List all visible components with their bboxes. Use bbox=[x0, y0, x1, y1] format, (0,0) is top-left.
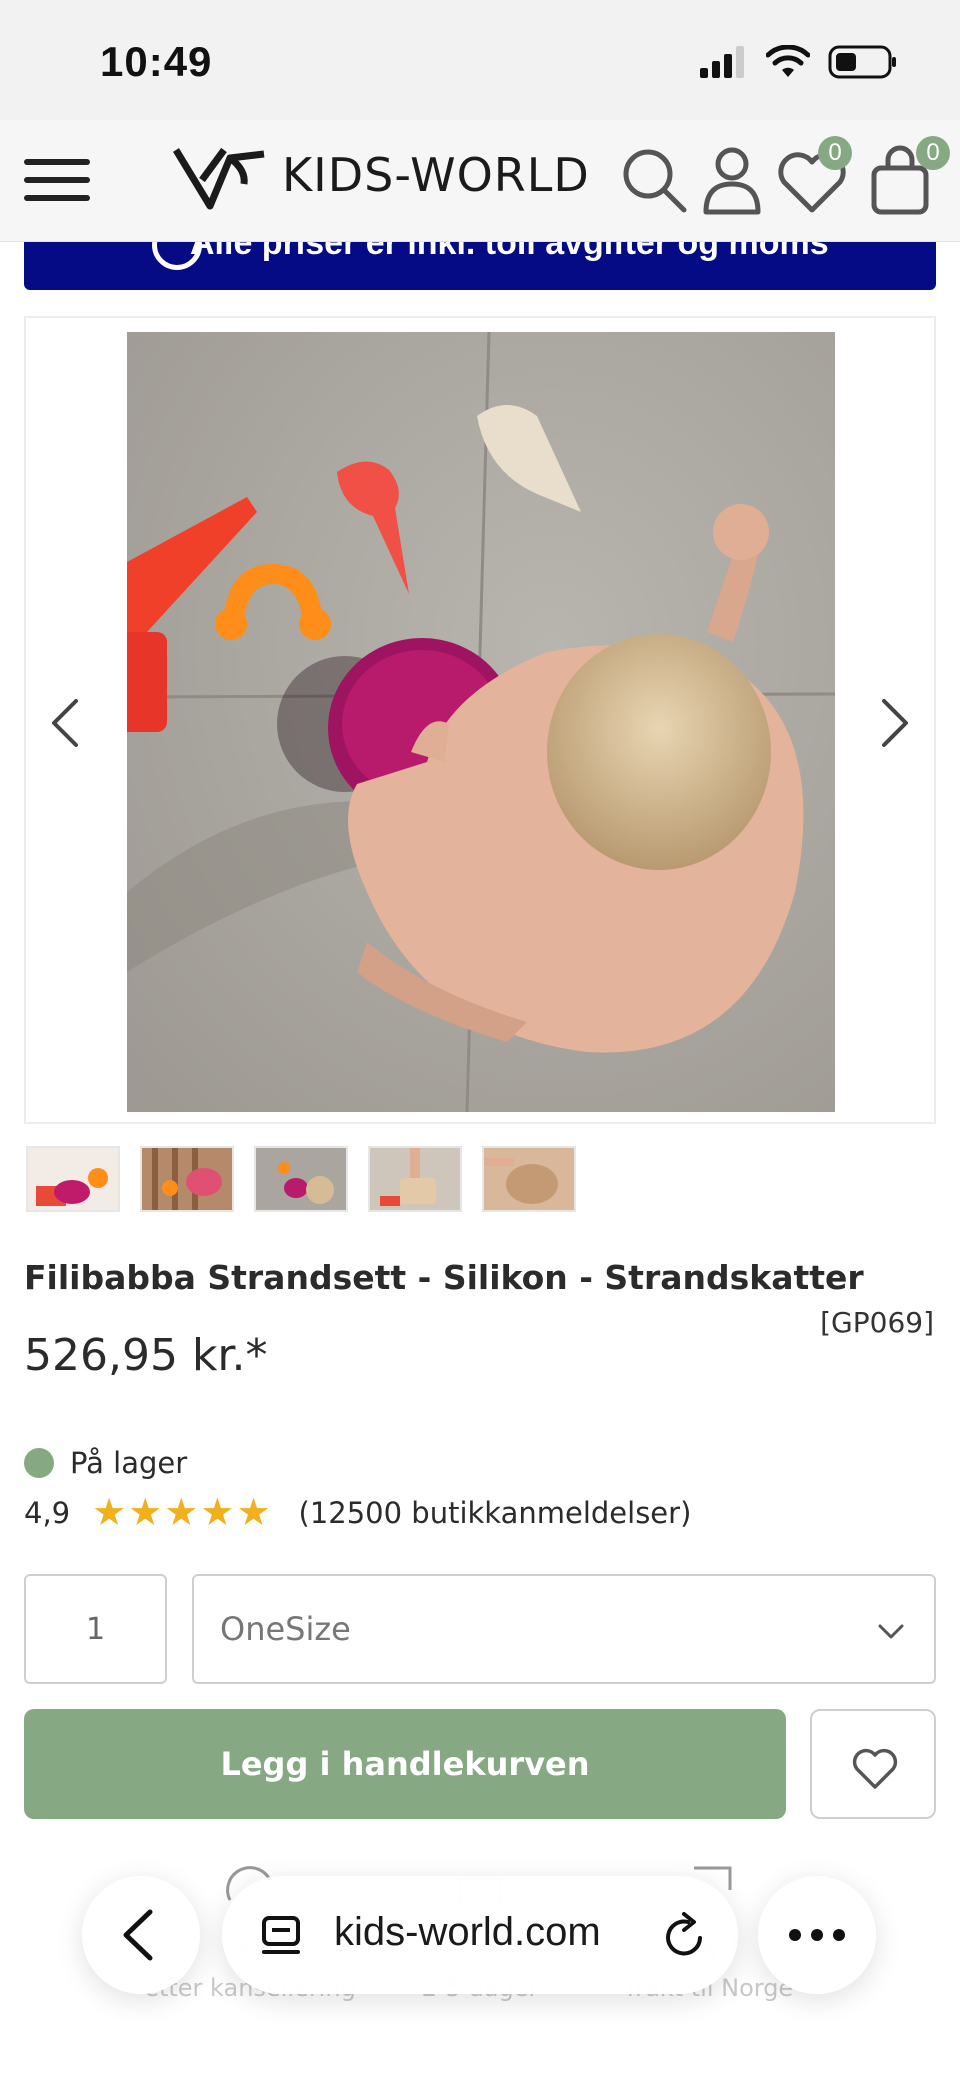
wishlist-icon[interactable]: 0 bbox=[774, 136, 852, 218]
cart-count-badge: 0 bbox=[916, 136, 950, 170]
stock-text: På lager bbox=[70, 1446, 188, 1480]
add-to-wishlist-button[interactable] bbox=[810, 1709, 936, 1819]
product-gallery bbox=[24, 316, 936, 1124]
star-icon: ★ bbox=[128, 1492, 163, 1534]
rating-stars: ★ ★ ★ ★ ★ bbox=[92, 1494, 270, 1532]
browser-toolbar: kids-world.com bbox=[0, 1870, 960, 2000]
cart-icon[interactable]: 0 bbox=[866, 136, 950, 218]
add-to-cart-button[interactable]: Legg i handlekurven bbox=[24, 1709, 786, 1819]
thumbnail-4[interactable] bbox=[368, 1146, 462, 1212]
browser-url-bar[interactable]: kids-world.com bbox=[222, 1876, 738, 1994]
status-icons bbox=[700, 44, 898, 80]
thumbnail-strip bbox=[26, 1146, 576, 1212]
quantity-input[interactable] bbox=[24, 1574, 167, 1684]
thumbnail-2[interactable] bbox=[140, 1146, 234, 1212]
account-icon[interactable] bbox=[694, 142, 770, 218]
product-sku: [GP069] bbox=[820, 1306, 934, 1339]
signal-icon bbox=[700, 46, 744, 78]
home-indicator-area bbox=[0, 2028, 960, 2078]
logo-text: KIDS-WORLD bbox=[282, 148, 590, 202]
gallery-next-arrow-icon[interactable] bbox=[862, 693, 922, 753]
stock-status: På lager bbox=[24, 1446, 187, 1480]
star-icon: ★ bbox=[200, 1492, 235, 1534]
size-select[interactable]: OneSize bbox=[192, 1574, 936, 1684]
product-main-image[interactable] bbox=[127, 332, 835, 1112]
status-bar: 10:49 bbox=[0, 0, 960, 120]
menu-icon[interactable] bbox=[24, 147, 90, 213]
site-header: KIDS-WORLD 0 0 bbox=[0, 120, 960, 242]
reload-icon[interactable] bbox=[662, 1912, 708, 1960]
thumbnail-5[interactable] bbox=[482, 1146, 576, 1212]
wifi-icon bbox=[766, 45, 810, 77]
rating-row[interactable]: 4,9 ★ ★ ★ ★ ★ (12500 butikkanmeldelser) bbox=[24, 1494, 691, 1532]
rating-count: (12500 butikkanmeldelser) bbox=[298, 1496, 692, 1530]
product-price: 526,95 kr.* bbox=[24, 1330, 268, 1381]
heart-icon bbox=[852, 1748, 898, 1789]
thumbnail-3[interactable] bbox=[254, 1146, 348, 1212]
site-logo[interactable]: KIDS-WORLD bbox=[172, 140, 590, 210]
search-icon[interactable] bbox=[616, 142, 692, 218]
size-select-value: OneSize bbox=[220, 1610, 351, 1648]
gallery-prev-arrow-icon[interactable] bbox=[38, 693, 98, 753]
browser-more-button[interactable] bbox=[758, 1876, 876, 1994]
chevron-left-icon bbox=[123, 1909, 153, 1961]
product-title: Filibabba Strandsett - Silikon - Strands… bbox=[24, 1258, 864, 1297]
star-icon: ★ bbox=[92, 1492, 127, 1534]
notice-text: Alle priser er inkl. toll avgifter og mo… bbox=[190, 242, 829, 262]
stock-dot-icon bbox=[24, 1448, 54, 1478]
star-icon: ★ bbox=[236, 1492, 271, 1534]
thumbnail-1[interactable] bbox=[26, 1146, 120, 1212]
more-icon bbox=[789, 1929, 845, 1941]
wishlist-count-badge: 0 bbox=[818, 136, 852, 170]
browser-url-text: kids-world.com bbox=[334, 1910, 601, 1954]
rating-score: 4,9 bbox=[24, 1496, 71, 1530]
battery-icon bbox=[828, 45, 896, 79]
chevron-down-icon bbox=[878, 1624, 904, 1639]
status-time: 10:49 bbox=[100, 38, 213, 85]
browser-back-button[interactable] bbox=[82, 1876, 200, 1994]
notice-banner: Alle priser er inkl. toll avgifter og mo… bbox=[24, 242, 936, 290]
tabs-icon bbox=[262, 1916, 300, 1954]
logo-mark-icon bbox=[173, 147, 265, 210]
star-icon: ★ bbox=[164, 1492, 199, 1534]
